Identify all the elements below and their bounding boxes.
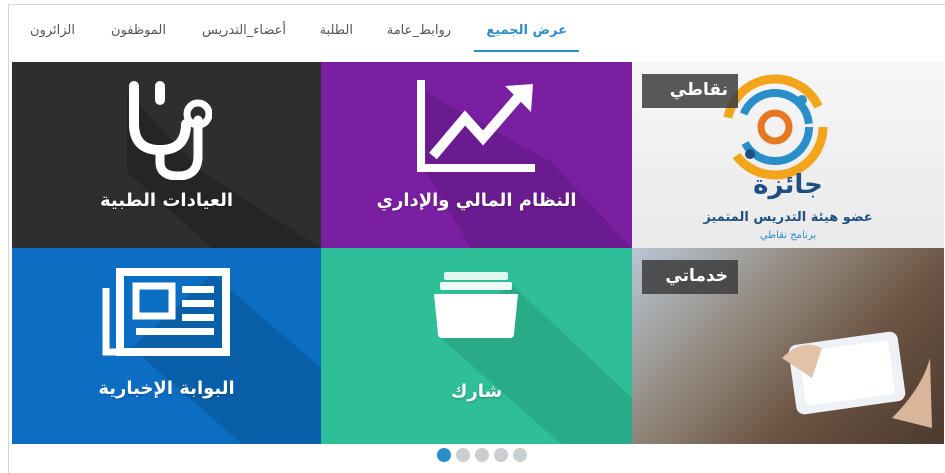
tab-visitors[interactable]: الزائرون [30, 21, 75, 47]
tile-label: النظام المالي والإداري [376, 190, 577, 211]
tab-faculty[interactable]: أعضاء_التدريس [202, 21, 286, 47]
award-subtitle: عضو هيئة التدريس المتميز [703, 210, 873, 225]
stethoscope-icon [129, 81, 212, 180]
tile-my-services[interactable]: خدماتي [632, 248, 944, 444]
newspaper-icon [102, 268, 230, 356]
tile-medical-clinics[interactable]: العيادات الطبية [12, 62, 321, 248]
carousel-pagination [437, 448, 527, 464]
services-grid: العيادات الطبية النظام المالي والإداري ج… [12, 62, 944, 444]
carousel-dot[interactable] [513, 448, 527, 462]
chart-trend-icon [417, 80, 535, 172]
carousel-dot[interactable] [494, 448, 508, 462]
award-title: جائزة [753, 170, 823, 200]
tile-my-points[interactable]: جائزة عضو هيئة التدريس المتميز برنامج نق… [632, 62, 944, 248]
tab-students[interactable]: الطلبة [320, 21, 353, 47]
tablet-hand-photo [782, 331, 932, 428]
folder-icon [434, 272, 518, 338]
tile-label: العيادات الطبية [99, 190, 234, 211]
tab-show-all[interactable]: عرض الجميع [474, 21, 579, 52]
tile-label: البوابة الإخبارية [98, 378, 235, 399]
tile-share[interactable]: شارك [321, 248, 632, 444]
filter-tabs: عرض الجميع روابط_عامة الطلبة أعضاء_التدر… [8, 5, 945, 57]
tile-tag: خدماتي [642, 260, 738, 294]
carousel-dot[interactable] [437, 448, 451, 462]
award-program: برنامج نقاطي [759, 230, 817, 241]
tile-finance-admin[interactable]: النظام المالي والإداري [321, 62, 632, 248]
carousel-dot[interactable] [475, 448, 489, 462]
tile-label: شارك [450, 381, 503, 402]
tile-news-portal[interactable]: البوابة الإخبارية [12, 248, 321, 444]
tab-employees[interactable]: الموظفون [111, 21, 166, 47]
tile-tag: نقاطي [642, 74, 738, 108]
carousel-dot[interactable] [456, 448, 470, 462]
tab-general-links[interactable]: روابط_عامة [387, 21, 451, 47]
